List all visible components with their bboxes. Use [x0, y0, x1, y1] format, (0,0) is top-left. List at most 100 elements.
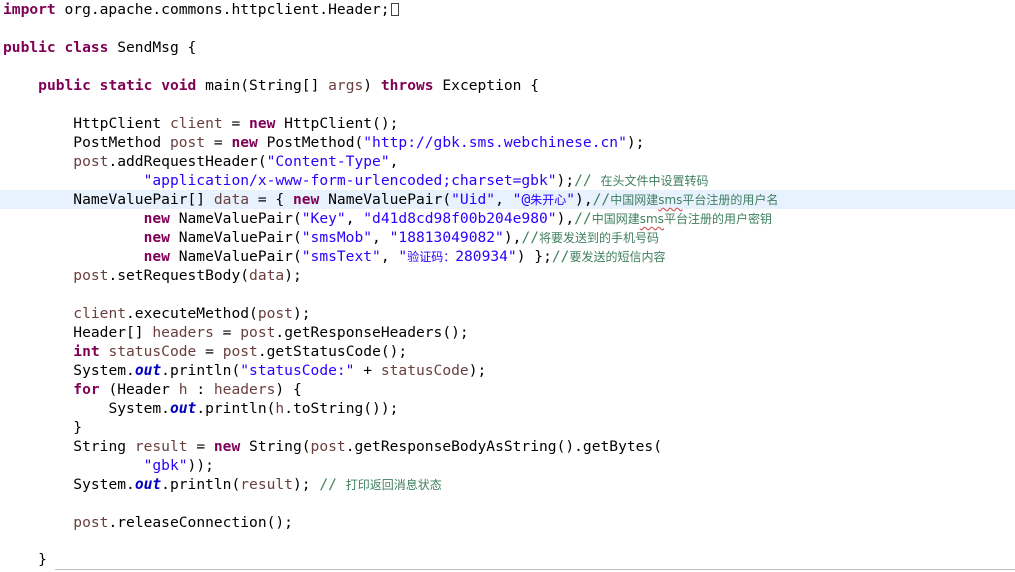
string-key-value: "d41d8cd98f00b204e980" [363, 210, 557, 227]
method-signature: main(String[] [196, 77, 329, 94]
variable-result: result [240, 476, 293, 493]
statement-end: ); [284, 267, 302, 284]
method-call: .println( [161, 362, 241, 379]
variable-headers: headers [152, 324, 214, 341]
variable-result: result [134, 438, 188, 455]
keyword-new: new [249, 115, 276, 132]
type-name: NameValuePair[] [73, 191, 214, 208]
code-line-name-value-pair-mob[interactable]: new NameValuePair("smsMob", "18813049082… [3, 228, 659, 247]
comma: , [389, 153, 399, 170]
operator-plus: + [354, 362, 381, 379]
code-line-header-value[interactable]: "application/x-www-form-urlencoded;chars… [3, 171, 709, 190]
class-system: System. [73, 476, 135, 493]
statement-end: ); [292, 476, 320, 493]
method-call: .getResponseBodyAsString().getBytes( [345, 438, 663, 455]
comment: // 在头文件中设置转码 [574, 172, 709, 189]
operator-assign: = [196, 343, 223, 360]
code-line-status-code[interactable]: int statusCode = post.getStatusCode(); [3, 342, 407, 361]
code-line-name-value-pair-uid[interactable]: NameValuePair[] data = { new NameValuePa… [3, 190, 778, 209]
statement-end: ); [292, 305, 311, 322]
statement-end: )); [187, 457, 214, 474]
type-name: Header[] [73, 324, 153, 341]
string-mob-value: "18813049082" [389, 229, 504, 246]
type-name: HttpClient [73, 115, 170, 132]
keyword-throws: throws [380, 77, 434, 94]
variable-post: post [310, 438, 346, 455]
keyword-void: void [161, 77, 197, 94]
keyword-new: new [292, 191, 320, 208]
field-out: out [169, 400, 197, 417]
method-call: .addRequestHeader( [108, 153, 267, 170]
statement-end: ); [556, 172, 575, 189]
statement-end: .toString()); [284, 400, 399, 417]
variable-h: h [275, 400, 285, 417]
code-line-result-string[interactable]: String result = new String(post.getRespo… [3, 437, 662, 456]
method-call: .println( [196, 400, 276, 417]
constructor-call: NameValuePair( [169, 248, 302, 265]
string-mob-key: "smsMob" [301, 229, 373, 246]
code-line-release-connection[interactable]: post.releaseConnection(); [3, 513, 293, 532]
editor-bottom-divider [55, 569, 1015, 570]
method-call: .println( [161, 476, 241, 493]
keyword-new: new [143, 229, 170, 246]
code-line-print-result[interactable]: System.out.println(result); // 打印返回消息状态 [3, 475, 442, 494]
variable-post: post [73, 153, 109, 170]
field-out: out [134, 362, 162, 379]
constructor-call: NameValuePair( [319, 191, 452, 208]
block-open: ) { [275, 381, 302, 398]
code-line-httpclient[interactable]: HttpClient client = new HttpClient(); [3, 114, 398, 133]
keyword-new: new [143, 210, 170, 227]
method-call: .releaseConnection(); [108, 514, 293, 531]
field-out: out [134, 476, 162, 493]
type-name: String [73, 438, 135, 455]
comment: //将要发送到的手机号码 [521, 229, 660, 246]
class-name: SendMsg { [108, 39, 197, 56]
constructor-call: PostMethod( [257, 134, 364, 151]
code-line-import[interactable]: import org.apache.commons.httpclient.Hea… [3, 0, 399, 19]
string-uid-key: "Uid" [451, 191, 496, 208]
loop-colon: : [187, 381, 214, 398]
comment: // 打印返回消息状态 [319, 476, 442, 493]
comment: //中国网建sms平台注册的用户名 [592, 191, 779, 208]
operator-assign: = [187, 438, 214, 455]
code-line-main-signature[interactable]: public static void main(String[] args) t… [3, 76, 539, 95]
code-line-name-value-pair-text[interactable]: new NameValuePair("smsText", "验证码：280934… [3, 247, 666, 266]
block-close: } [73, 419, 83, 436]
keyword-new: new [213, 438, 241, 455]
keyword-class: class [64, 39, 109, 56]
string-content-type: "Content-Type" [266, 153, 390, 170]
code-line-class-declaration[interactable]: public class SendMsg { [3, 38, 196, 57]
keyword-static: static [99, 77, 153, 94]
code-line-postmethod[interactable]: PostMethod post = new PostMethod("http:/… [3, 133, 644, 152]
operator-assign: = [222, 115, 250, 132]
variable-status-code: statusCode [108, 343, 197, 360]
code-line-name-value-pair-key[interactable]: new NameValuePair("Key", "d41d8cd98f00b2… [3, 209, 772, 228]
variable-client: client [169, 115, 223, 132]
code-line-for-close[interactable]: } [3, 418, 82, 437]
statement-end: ), [575, 191, 593, 208]
variable-post: post [169, 134, 206, 151]
string-uid-value: "@朱开心" [512, 191, 576, 208]
type-name: PostMethod [73, 134, 170, 151]
statement-end: ), [556, 210, 575, 227]
separator: , [495, 191, 513, 208]
statement-end: ), [503, 229, 522, 246]
variable-post: post [222, 343, 258, 360]
variable-post: post [73, 267, 109, 284]
code-line-execute-method[interactable]: client.executeMethod(post); [3, 304, 311, 323]
code-line-print-status[interactable]: System.out.println("statusCode:" + statu… [3, 361, 486, 380]
variable-data: data [213, 191, 250, 208]
variable-headers: headers [213, 381, 276, 398]
variable-status-code: statusCode [380, 362, 469, 379]
code-line-response-headers[interactable]: Header[] headers = post.getResponseHeade… [3, 323, 468, 342]
code-line-set-request-body[interactable]: post.setRequestBody(data); [3, 266, 302, 285]
keyword-public: public [3, 39, 56, 56]
code-line-print-header[interactable]: System.out.println(h.toString()); [3, 399, 398, 418]
code-line-add-request-header[interactable]: post.addRequestHeader("Content-Type", [3, 152, 398, 171]
array-open: = { [249, 191, 293, 208]
code-line-method-close[interactable]: } [3, 550, 47, 569]
code-line-for-loop[interactable]: for (Header h : headers) { [3, 380, 302, 399]
code-line-gbk[interactable]: "gbk")); [3, 456, 214, 475]
statement-end: ); [468, 362, 487, 379]
code-editor[interactable]: import org.apache.commons.httpclient.Hea… [0, 0, 1015, 572]
